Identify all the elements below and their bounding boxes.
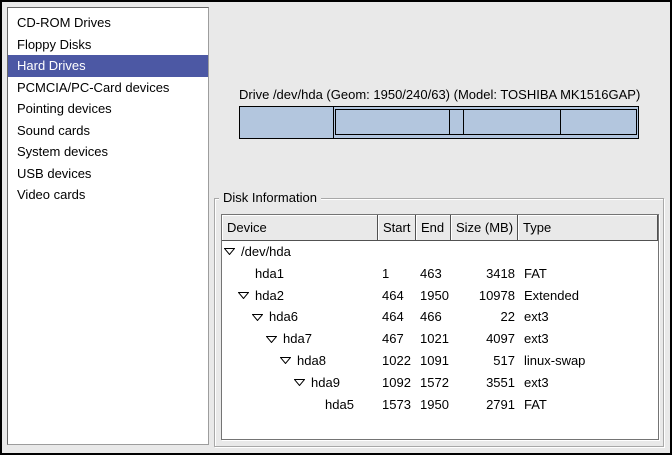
start-cell: 1 xyxy=(378,263,416,285)
sidebar-item-video-cards[interactable]: Video cards xyxy=(8,184,208,206)
column-header-device[interactable]: Device xyxy=(222,215,378,241)
table-row[interactable]: hda1 1 463 3418 FAT xyxy=(222,263,658,285)
disk-table: Device Start End Size (MB) Type /dev/hda… xyxy=(221,214,659,440)
start-cell: 1092 xyxy=(378,372,416,394)
end-cell: 463 xyxy=(416,263,451,285)
end-cell: 1572 xyxy=(416,372,451,394)
type-cell: ext3 xyxy=(518,372,658,394)
size-cell: 22 xyxy=(451,306,518,328)
partition-divider xyxy=(560,110,561,134)
disk-table-header: Device Start End Size (MB) Type xyxy=(222,215,658,241)
expander-open-icon[interactable] xyxy=(238,292,249,299)
sidebar-item-sound-cards[interactable]: Sound cards xyxy=(8,120,208,142)
column-header-start[interactable]: Start xyxy=(378,215,416,241)
partition-divider xyxy=(463,110,464,134)
device-label: hda1 xyxy=(255,263,284,285)
end-cell: 1950 xyxy=(416,285,451,307)
device-label: hda9 xyxy=(311,372,340,394)
sidebar-item-floppy-disks[interactable]: Floppy Disks xyxy=(8,34,208,56)
type-cell: FAT xyxy=(518,263,658,285)
start-cell: 464 xyxy=(378,285,416,307)
type-cell: linux-swap xyxy=(518,350,658,372)
expander-open-icon[interactable] xyxy=(280,357,291,364)
device-label: hda2 xyxy=(255,285,284,307)
start-cell: 1573 xyxy=(378,394,416,416)
sidebar-item-usb-devices[interactable]: USB devices xyxy=(8,163,208,185)
sidebar-item-cdrom-drives[interactable]: CD-ROM Drives xyxy=(8,12,208,34)
size-cell xyxy=(451,241,518,263)
indent-spacer xyxy=(222,317,252,318)
start-cell xyxy=(378,241,416,263)
disk-information-groupbox: Disk Information Device Start End Size (… xyxy=(214,198,664,447)
size-cell: 3551 xyxy=(451,372,518,394)
sidebar-item-system-devices[interactable]: System devices xyxy=(8,141,208,163)
column-header-size[interactable]: Size (MB) xyxy=(451,215,518,241)
end-cell: 1021 xyxy=(416,328,451,350)
expander-open-icon[interactable] xyxy=(294,379,305,386)
device-label: hda5 xyxy=(325,394,354,416)
device-category-list: CD-ROM Drives Floppy Disks Hard Drives P… xyxy=(7,7,209,445)
partition-segment-extended xyxy=(335,109,637,135)
expander-open-icon[interactable] xyxy=(266,336,277,343)
size-cell: 4097 xyxy=(451,328,518,350)
size-cell: 10978 xyxy=(451,285,518,307)
partition-bar xyxy=(239,106,639,139)
table-row[interactable]: hda9 1092 1572 3551 ext3 xyxy=(222,372,658,394)
start-cell: 467 xyxy=(378,328,416,350)
table-row[interactable]: hda2 464 1950 10978 Extended xyxy=(222,285,658,307)
type-cell: ext3 xyxy=(518,306,658,328)
sidebar-item-hard-drives[interactable]: Hard Drives xyxy=(8,55,208,77)
device-label: hda6 xyxy=(269,306,298,328)
indent-spacer xyxy=(222,360,280,361)
partition-divider xyxy=(449,110,450,134)
type-cell: Extended xyxy=(518,285,658,307)
size-cell: 3418 xyxy=(451,263,518,285)
hardware-browser-window: { "window": { "background": "#e9e9e9", "… xyxy=(0,0,672,455)
indent-spacer xyxy=(222,382,294,383)
size-cell: 2791 xyxy=(451,394,518,416)
sidebar-item-pointing-devices[interactable]: Pointing devices xyxy=(8,98,208,120)
table-row[interactable]: hda8 1022 1091 517 linux-swap xyxy=(222,350,658,372)
device-label: hda8 xyxy=(297,350,326,372)
end-cell: 1950 xyxy=(416,394,451,416)
type-cell: ext3 xyxy=(518,328,658,350)
device-label: /dev/hda xyxy=(241,241,291,263)
device-label: hda7 xyxy=(283,328,312,350)
expander-open-icon[interactable] xyxy=(252,314,263,321)
type-cell: FAT xyxy=(518,394,658,416)
start-cell: 1022 xyxy=(378,350,416,372)
table-row[interactable]: hda7 467 1021 4097 ext3 xyxy=(222,328,658,350)
column-header-type[interactable]: Type xyxy=(518,215,658,241)
disk-information-legend: Disk Information xyxy=(219,190,321,206)
indent-spacer xyxy=(222,339,266,340)
indent-spacer xyxy=(222,404,308,405)
table-row[interactable]: hda5 1573 1950 2791 FAT xyxy=(222,394,658,416)
end-cell xyxy=(416,241,451,263)
size-cell: 517 xyxy=(451,350,518,372)
drive-title: Drive /dev/hda (Geom: 1950/240/63) (Mode… xyxy=(239,87,639,102)
end-cell: 1091 xyxy=(416,350,451,372)
table-row[interactable]: hda6 464 466 22 ext3 xyxy=(222,306,658,328)
table-row[interactable]: /dev/hda xyxy=(222,241,658,263)
start-cell: 464 xyxy=(378,306,416,328)
sidebar-item-pcmcia-devices[interactable]: PCMCIA/PC-Card devices xyxy=(8,77,208,99)
indent-spacer xyxy=(222,295,238,296)
indent-spacer xyxy=(222,273,238,274)
expander-open-icon[interactable] xyxy=(224,248,235,255)
column-header-end[interactable]: End xyxy=(416,215,451,241)
partition-segment-hda1 xyxy=(240,107,334,138)
end-cell: 466 xyxy=(416,306,451,328)
type-cell xyxy=(518,241,658,263)
